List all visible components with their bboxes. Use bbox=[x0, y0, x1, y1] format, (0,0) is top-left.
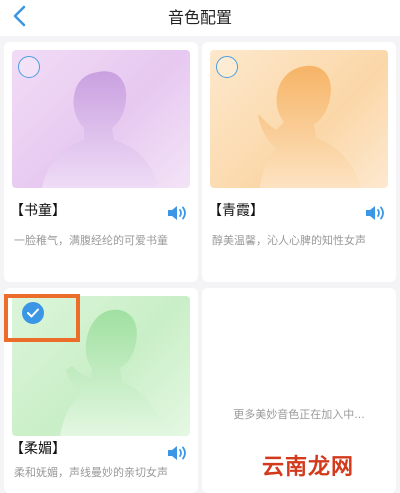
voice-description: 一脸稚气，满腹经纶的可爱书童 bbox=[14, 234, 168, 247]
voice-name: 【书童】 bbox=[10, 203, 66, 219]
top-bar: 音色配置 bbox=[0, 0, 400, 36]
more-voices-text: 更多美妙音色正在加入中... bbox=[233, 408, 365, 421]
voice-card-shutong[interactable]: 【书童】 一脸稚气，满腹经纶的可爱书童 bbox=[4, 42, 198, 282]
voice-name: 【柔媚】 bbox=[10, 441, 66, 457]
select-radio-checked[interactable] bbox=[22, 302, 44, 324]
select-radio[interactable] bbox=[18, 56, 40, 78]
checkmark-icon bbox=[27, 308, 39, 318]
speaker-icon[interactable] bbox=[166, 444, 188, 462]
select-radio[interactable] bbox=[216, 56, 238, 78]
voice-card-roumei[interactable]: 【柔媚】 柔和妩媚，声线曼妙的亲切女声 bbox=[4, 288, 198, 493]
speaker-icon[interactable] bbox=[166, 204, 188, 222]
speaker-icon[interactable] bbox=[364, 204, 386, 222]
page-title: 音色配置 bbox=[167, 8, 232, 27]
site-watermark: 云南龙网 bbox=[262, 455, 355, 480]
voice-card-qingxia[interactable]: 【青霞】 醇美温馨，沁人心脾的知性女声 bbox=[202, 42, 396, 282]
voice-name: 【青霞】 bbox=[208, 203, 264, 219]
voice-description: 柔和妩媚，声线曼妙的亲切女声 bbox=[14, 466, 168, 479]
voice-description: 醇美温馨，沁人心脾的知性女声 bbox=[212, 234, 366, 247]
